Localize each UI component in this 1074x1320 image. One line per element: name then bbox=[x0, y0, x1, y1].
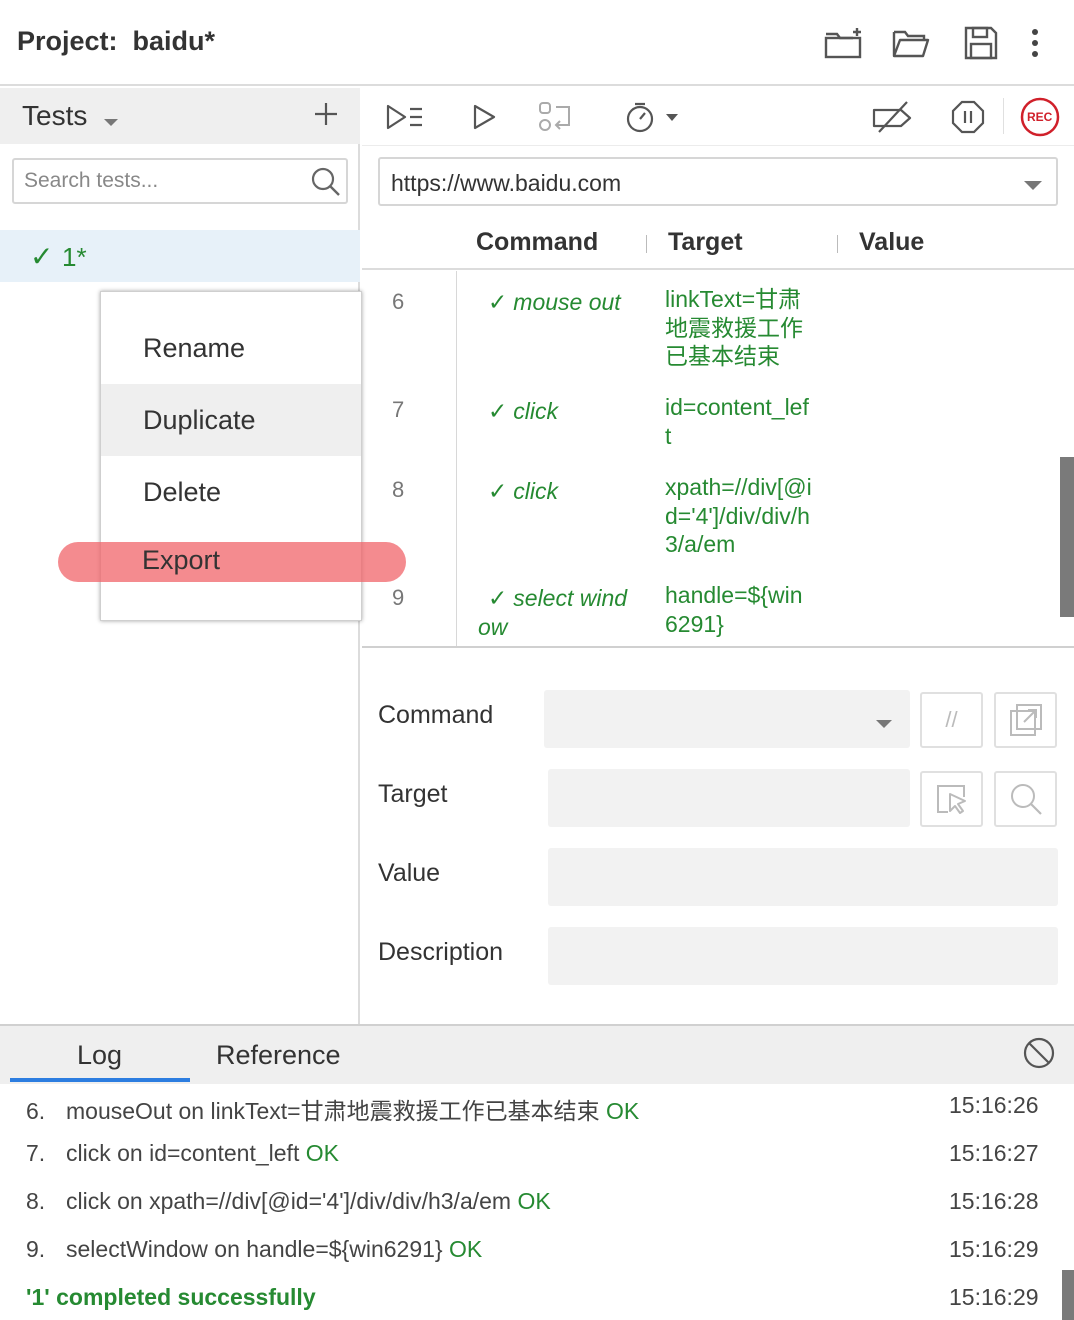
target-input[interactable] bbox=[548, 769, 910, 827]
test-item-name: 1* bbox=[62, 242, 87, 272]
export-highlight bbox=[58, 542, 406, 582]
value-input[interactable] bbox=[548, 848, 1058, 906]
base-url-field[interactable]: https://www.baidu.com bbox=[378, 157, 1058, 206]
column-divider[interactable] bbox=[837, 235, 838, 253]
step-icon[interactable] bbox=[534, 96, 576, 138]
commands-table-header: Command Target Value bbox=[362, 218, 1074, 270]
more-icon[interactable] bbox=[1014, 22, 1056, 64]
log-timestamp: 15:16:28 bbox=[949, 1188, 1039, 1214]
new-folder-icon[interactable] bbox=[822, 22, 864, 64]
log-timestamp: 15:16:26 bbox=[949, 1092, 1039, 1118]
log-timestamp: 15:16:29 bbox=[949, 1284, 1039, 1310]
column-header-command: Command bbox=[476, 228, 599, 256]
comment-button[interactable]: // bbox=[920, 692, 983, 748]
check-icon: ✓ bbox=[488, 290, 508, 316]
log-summary: '1' completed successfully bbox=[26, 1284, 316, 1310]
disable-breakpoints-icon[interactable] bbox=[870, 96, 914, 138]
row-target: linkText=甘肃地震救援工作已基本结束 bbox=[665, 286, 803, 369]
search-input[interactable] bbox=[24, 166, 304, 196]
clear-log-icon[interactable] bbox=[1022, 1036, 1056, 1075]
row-target: handle=${win6291} bbox=[665, 582, 803, 637]
log-entry: 8. click on xpath=//div[@id='4']/div/div/… bbox=[26, 1188, 551, 1214]
record-button[interactable]: REC bbox=[1018, 96, 1062, 138]
playback-toolbar: REC bbox=[362, 88, 1074, 146]
menu-item-rename[interactable]: Rename bbox=[101, 312, 361, 384]
column-header-target: Target bbox=[668, 228, 743, 256]
tab-reference[interactable]: Reference bbox=[216, 1040, 341, 1071]
log-scrollbar[interactable] bbox=[1062, 1270, 1074, 1320]
chevron-down-icon[interactable] bbox=[1024, 178, 1042, 196]
commands-table: 6 ✓ mouse out linkText=甘肃地震救援工作已基本结束 7 ✓ c… bbox=[362, 271, 1074, 648]
menu-item-export[interactable]: Export bbox=[142, 545, 220, 576]
project-header: Project: baidu* bbox=[0, 0, 1074, 86]
check-icon: ✓ bbox=[488, 479, 508, 505]
tests-header: Tests bbox=[0, 88, 360, 144]
row-index: 9 bbox=[392, 585, 405, 610]
pause-icon[interactable] bbox=[948, 96, 988, 138]
row-index: 8 bbox=[392, 477, 405, 502]
column-header-value: Value bbox=[859, 228, 925, 256]
menu-item-duplicate[interactable]: Duplicate bbox=[101, 384, 361, 456]
target-label: Target bbox=[378, 780, 448, 808]
log-tabs: Log Reference bbox=[0, 1026, 1074, 1084]
column-divider[interactable] bbox=[646, 235, 647, 253]
toolbar-divider bbox=[1003, 98, 1004, 134]
log-timestamp: 15:16:27 bbox=[949, 1140, 1039, 1166]
log-entry: 9. selectWindow on handle=${win6291} OK bbox=[26, 1236, 483, 1262]
open-reference-icon[interactable] bbox=[994, 692, 1057, 748]
find-target-icon[interactable] bbox=[994, 771, 1057, 827]
command-label: Command bbox=[378, 701, 494, 729]
chevron-down-icon[interactable] bbox=[104, 114, 118, 132]
index-column bbox=[362, 271, 457, 646]
row-index: 6 bbox=[392, 289, 405, 314]
select-target-icon[interactable] bbox=[920, 771, 983, 827]
speed-icon[interactable] bbox=[622, 96, 682, 138]
row-command: ✓ click bbox=[488, 398, 559, 425]
base-url-value: https://www.baidu.com bbox=[391, 170, 622, 196]
active-tab-indicator bbox=[10, 1078, 190, 1082]
log-entry: 6. mouseOut on linkText=甘肃地震救援工作已基本结束 OK bbox=[26, 1098, 640, 1124]
tests-dropdown[interactable]: Tests bbox=[22, 100, 87, 132]
add-test-icon[interactable] bbox=[310, 98, 342, 130]
description-input[interactable] bbox=[548, 927, 1058, 985]
row-target: xpath=//div[@id='4']/div/div/h3/a/em bbox=[665, 474, 812, 557]
test-item[interactable]: ✓ 1* bbox=[0, 230, 360, 282]
row-command: ✓ select window bbox=[478, 585, 628, 640]
run-all-icon[interactable] bbox=[382, 96, 428, 138]
menu-item-delete[interactable]: Delete bbox=[101, 456, 361, 528]
value-label: Value bbox=[378, 859, 441, 887]
search-tests-field bbox=[12, 158, 348, 204]
record-label: REC bbox=[1027, 110, 1053, 124]
row-command: ✓ click bbox=[488, 478, 559, 505]
log-timestamp: 15:16:29 bbox=[949, 1236, 1039, 1262]
run-icon[interactable] bbox=[464, 96, 504, 138]
save-icon[interactable] bbox=[960, 22, 1002, 64]
row-target: id=content_left bbox=[665, 394, 809, 449]
row-index: 7 bbox=[392, 397, 405, 422]
open-folder-icon[interactable] bbox=[890, 22, 932, 64]
table-scrollbar[interactable] bbox=[1060, 457, 1074, 617]
chevron-down-icon[interactable] bbox=[876, 716, 892, 734]
log-entry: 7. click on id=content_left OK bbox=[26, 1140, 339, 1166]
check-icon: ✓ bbox=[30, 240, 54, 273]
log-panel: Log Reference 6. mouseOut on linkText=甘肃地… bbox=[0, 1024, 1074, 1320]
check-icon: ✓ bbox=[488, 399, 508, 425]
command-select[interactable] bbox=[544, 690, 910, 748]
project-title: Project: baidu* bbox=[17, 26, 216, 56]
search-icon[interactable] bbox=[310, 166, 342, 203]
description-label: Description bbox=[378, 938, 504, 966]
tab-log[interactable]: Log bbox=[77, 1040, 122, 1071]
row-command: ✓ mouse out bbox=[488, 289, 621, 316]
check-icon: ✓ bbox=[488, 586, 508, 612]
